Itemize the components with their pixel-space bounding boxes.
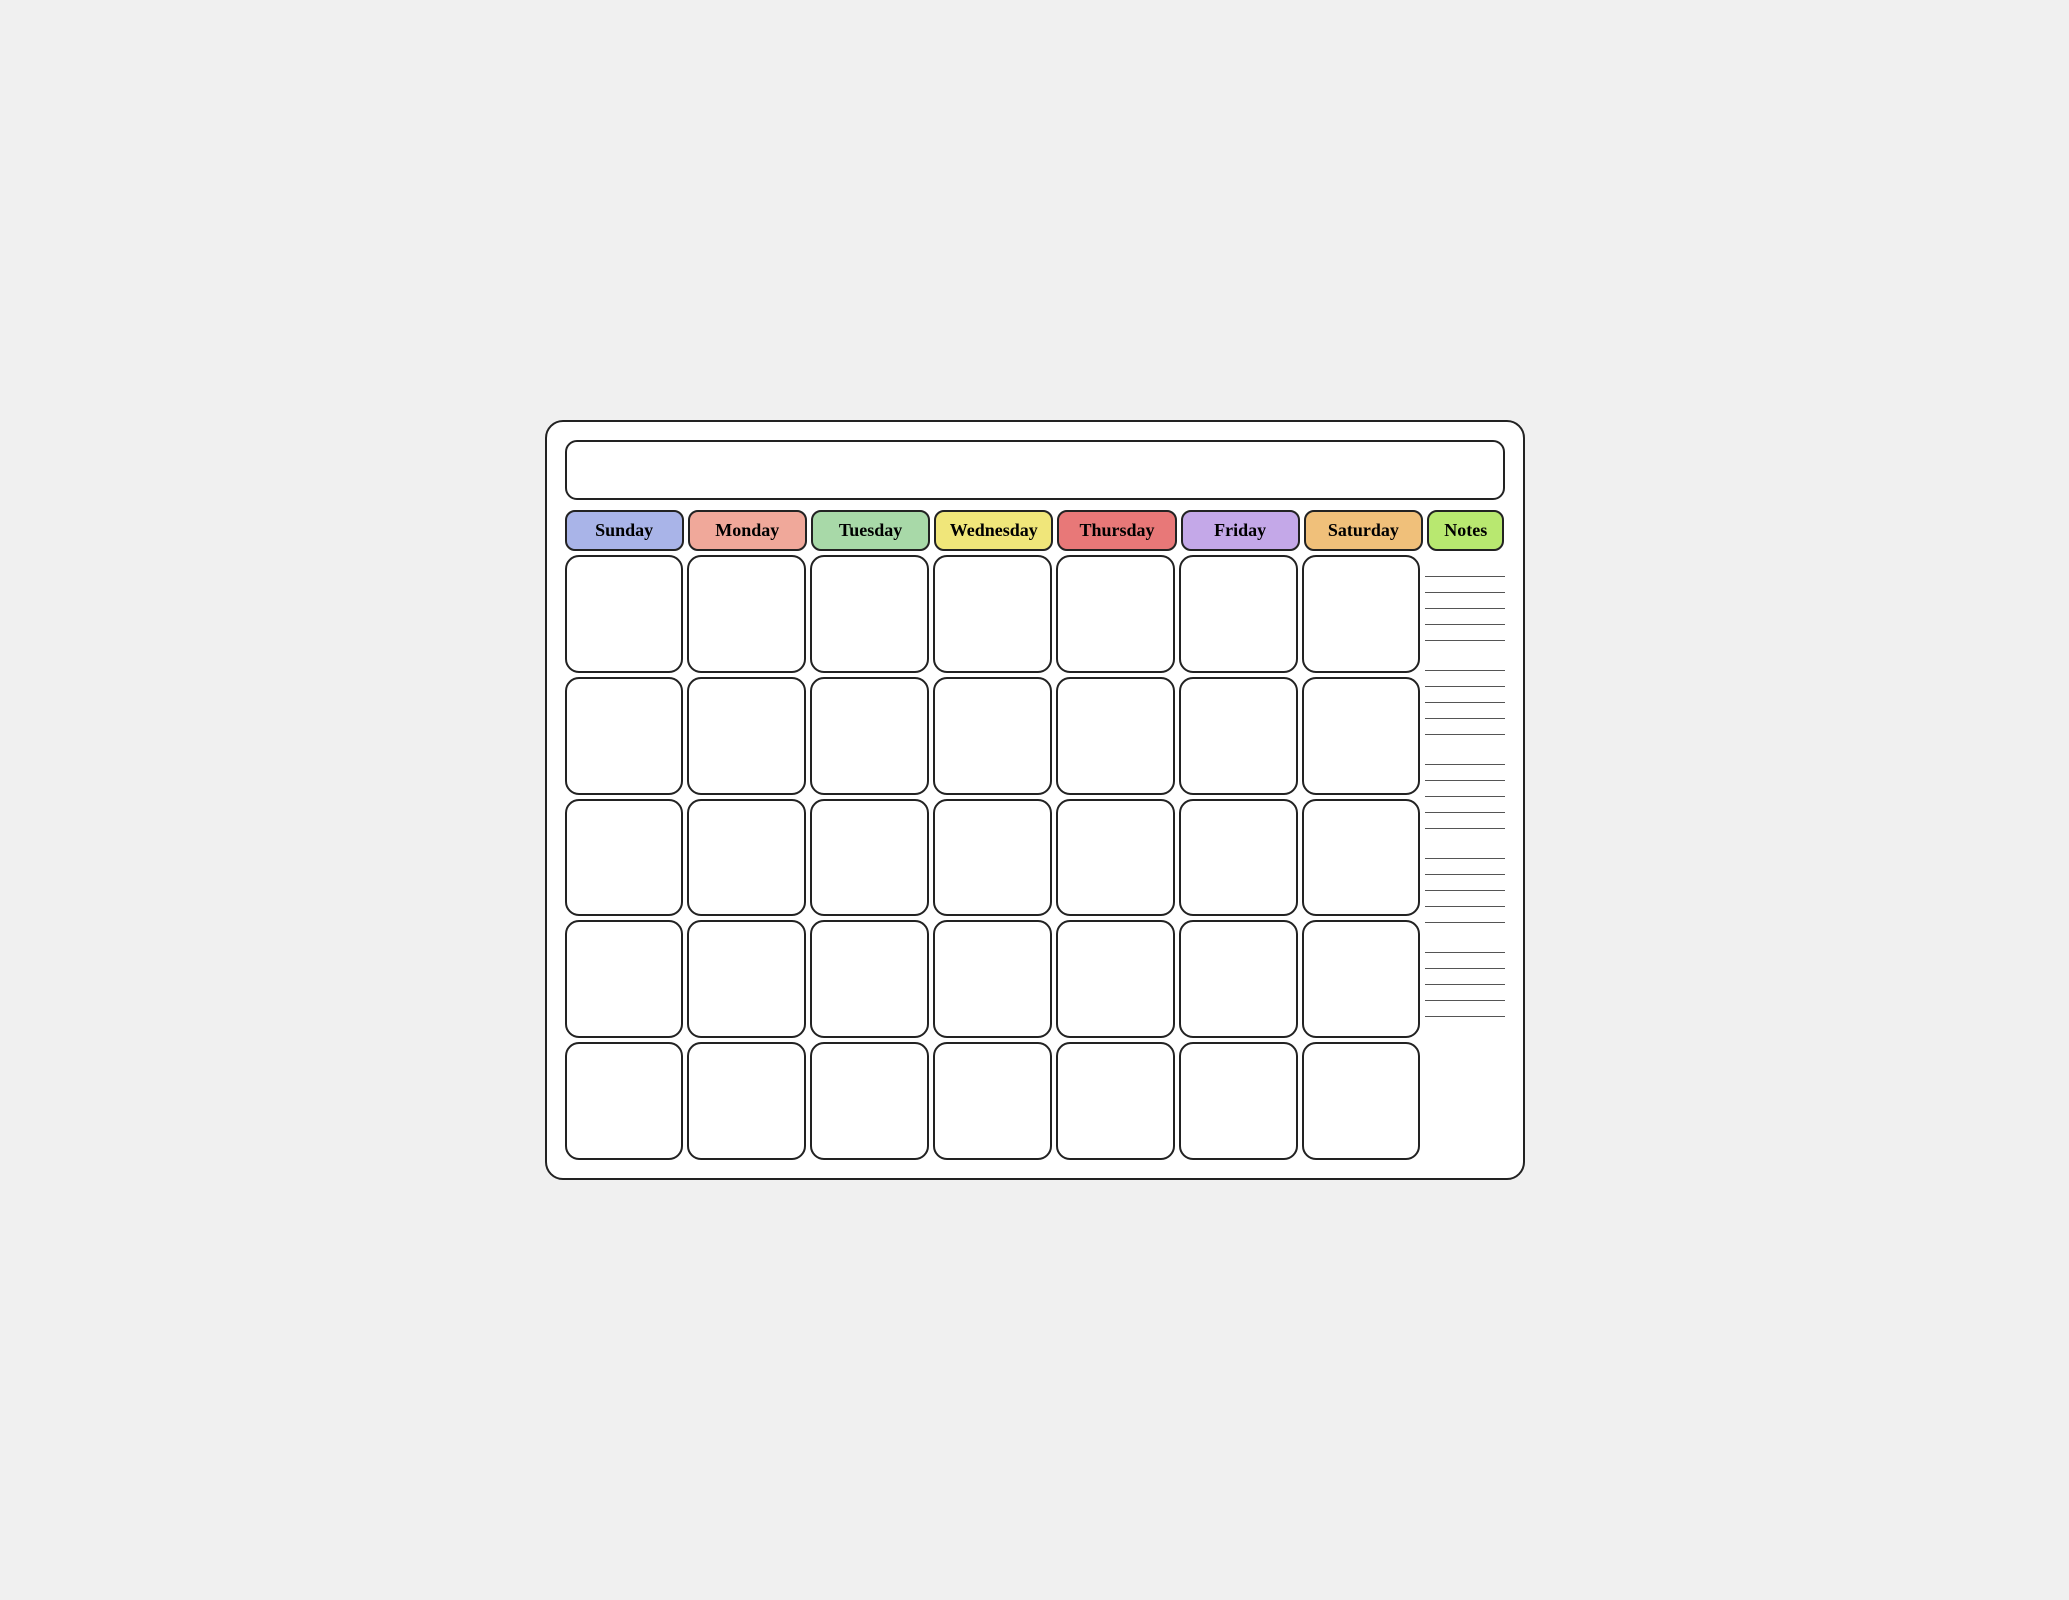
note-line[interactable]	[1425, 751, 1505, 765]
note-line[interactable]	[1425, 893, 1505, 907]
day-cell[interactable]	[1056, 799, 1175, 917]
note-line[interactable]	[1425, 627, 1505, 641]
note-line[interactable]	[1425, 721, 1505, 735]
note-line[interactable]	[1425, 705, 1505, 719]
note-line[interactable]	[1425, 955, 1505, 969]
note-line[interactable]	[1425, 579, 1505, 593]
day-cell[interactable]	[1302, 677, 1421, 795]
day-cell[interactable]	[687, 555, 806, 673]
note-line[interactable]	[1425, 689, 1505, 703]
calendar-grid: Sunday Monday Tuesday Wednesday Thursday…	[565, 510, 1505, 1160]
note-line[interactable]	[1425, 767, 1505, 781]
day-cell[interactable]	[933, 799, 1052, 917]
header-thursday: Thursday	[1057, 510, 1176, 551]
day-cell[interactable]	[1056, 1042, 1175, 1160]
day-cell[interactable]	[1302, 1042, 1421, 1160]
note-line[interactable]	[1425, 657, 1505, 671]
day-cell[interactable]	[810, 920, 929, 1038]
note-line[interactable]	[1425, 987, 1505, 1001]
note-line[interactable]	[1425, 783, 1505, 797]
note-line[interactable]	[1425, 1003, 1505, 1017]
day-cell[interactable]	[687, 1042, 806, 1160]
note-line[interactable]	[1425, 939, 1505, 953]
notes-group	[1425, 751, 1505, 829]
notes-group	[1425, 845, 1505, 923]
days-grid	[565, 555, 1421, 1160]
day-cell[interactable]	[1179, 677, 1298, 795]
header-sunday: Sunday	[565, 510, 684, 551]
day-cell[interactable]	[1056, 920, 1175, 1038]
note-line[interactable]	[1425, 563, 1505, 577]
body-section	[565, 555, 1505, 1160]
note-line[interactable]	[1425, 861, 1505, 875]
day-cell[interactable]	[810, 1042, 929, 1160]
note-line[interactable]	[1425, 673, 1505, 687]
day-cell[interactable]	[1179, 1042, 1298, 1160]
day-cell[interactable]	[1302, 920, 1421, 1038]
title-bar[interactable]	[565, 440, 1505, 500]
day-cell[interactable]	[933, 677, 1052, 795]
day-cell[interactable]	[933, 1042, 1052, 1160]
header-wednesday: Wednesday	[934, 510, 1053, 551]
day-cell[interactable]	[810, 799, 929, 917]
notes-section	[1425, 555, 1505, 1160]
day-cell[interactable]	[1302, 799, 1421, 917]
day-cell[interactable]	[810, 677, 929, 795]
day-cell[interactable]	[687, 677, 806, 795]
note-line[interactable]	[1425, 971, 1505, 985]
day-cell[interactable]	[687, 920, 806, 1038]
notes-group	[1425, 563, 1505, 641]
note-line[interactable]	[1425, 595, 1505, 609]
day-cell[interactable]	[565, 1042, 684, 1160]
header-saturday: Saturday	[1304, 510, 1423, 551]
calendar-container: Sunday Monday Tuesday Wednesday Thursday…	[545, 420, 1525, 1180]
day-cell[interactable]	[1302, 555, 1421, 673]
day-cell[interactable]	[1056, 555, 1175, 673]
day-cell[interactable]	[1179, 799, 1298, 917]
note-line[interactable]	[1425, 815, 1505, 829]
note-line[interactable]	[1425, 909, 1505, 923]
note-line[interactable]	[1425, 611, 1505, 625]
day-cell[interactable]	[933, 555, 1052, 673]
header-notes: Notes	[1427, 510, 1504, 551]
note-line[interactable]	[1425, 877, 1505, 891]
day-cell[interactable]	[565, 677, 684, 795]
day-cell[interactable]	[1179, 920, 1298, 1038]
day-cell[interactable]	[1179, 555, 1298, 673]
header-tuesday: Tuesday	[811, 510, 930, 551]
note-line[interactable]	[1425, 799, 1505, 813]
notes-group	[1425, 939, 1505, 1017]
day-cell[interactable]	[810, 555, 929, 673]
day-cell[interactable]	[565, 920, 684, 1038]
notes-group	[1425, 657, 1505, 735]
note-line[interactable]	[1425, 845, 1505, 859]
day-cell[interactable]	[687, 799, 806, 917]
day-cell[interactable]	[1056, 677, 1175, 795]
header-friday: Friday	[1181, 510, 1300, 551]
header-row: Sunday Monday Tuesday Wednesday Thursday…	[565, 510, 1505, 551]
header-monday: Monday	[688, 510, 807, 551]
day-cell[interactable]	[565, 555, 684, 673]
day-cell[interactable]	[933, 920, 1052, 1038]
day-cell[interactable]	[565, 799, 684, 917]
